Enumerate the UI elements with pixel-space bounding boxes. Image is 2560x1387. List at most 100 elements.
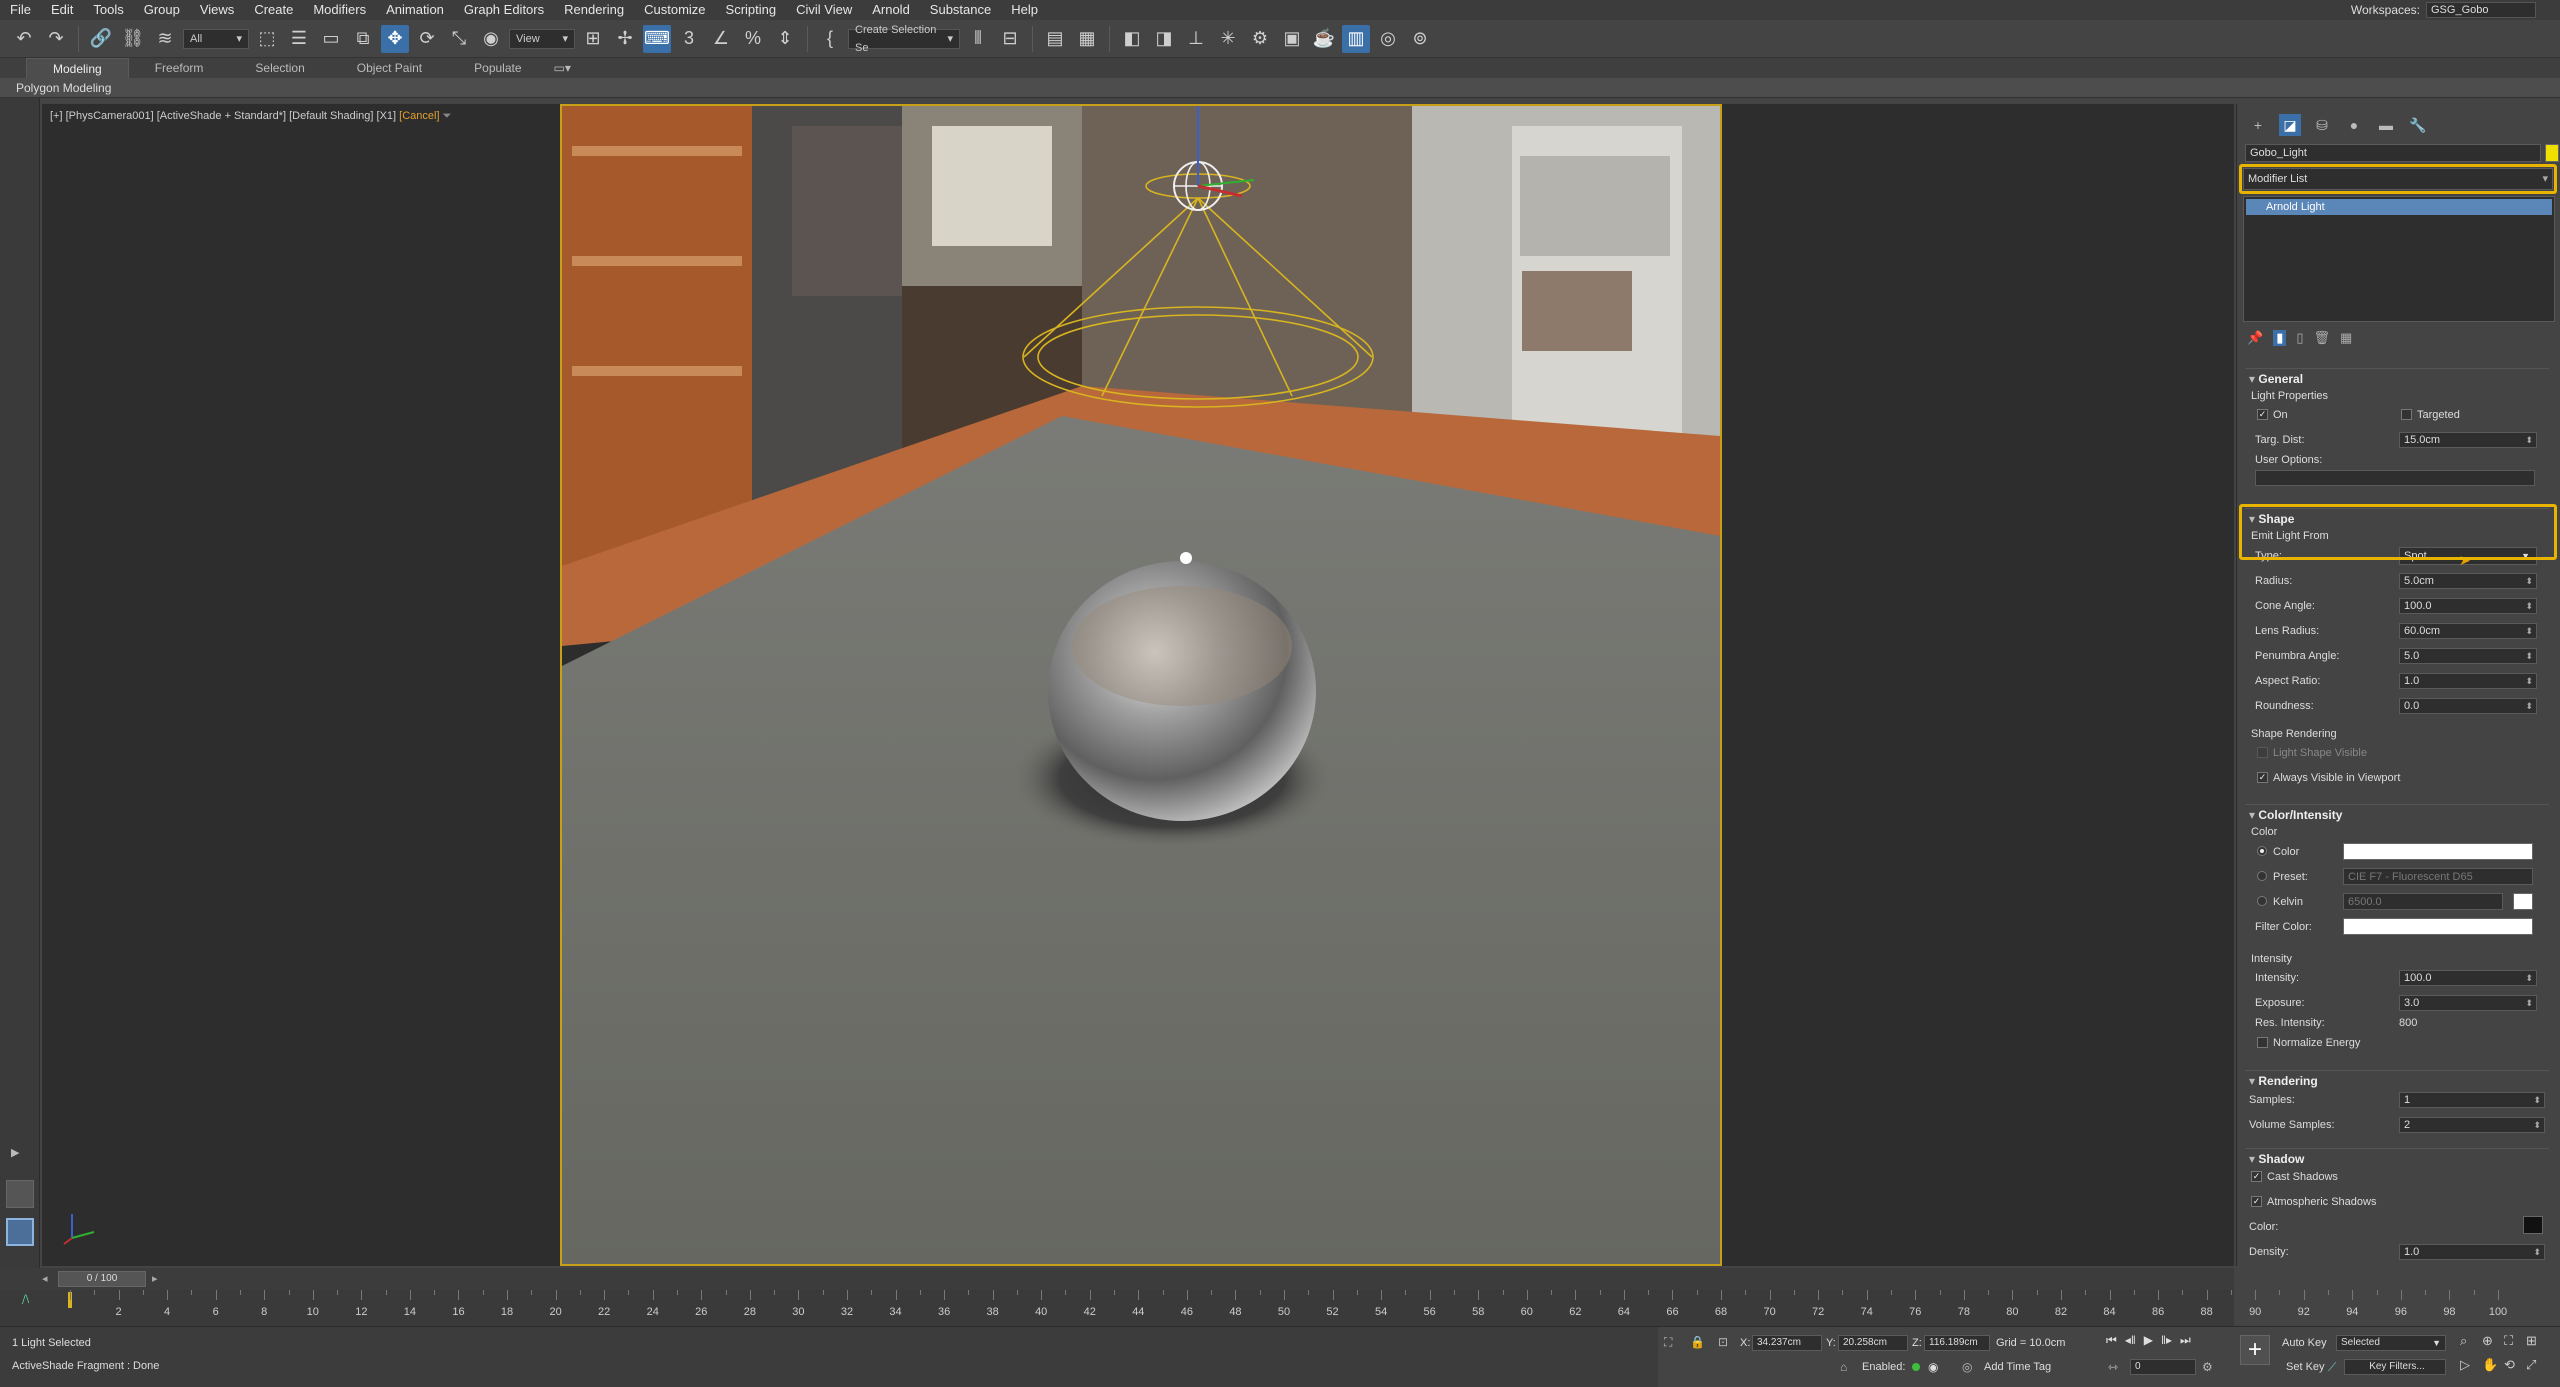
key-mode-icon[interactable]: ⇿ [2108, 1360, 2118, 1374]
atmospheric-shadows-checkbox[interactable]: ✓ [2251, 1196, 2262, 1207]
targeted-checkbox[interactable] [2401, 409, 2412, 420]
roundness-spinner[interactable]: 0.0 [2399, 698, 2537, 714]
track-bar[interactable]: ⧸⧵ 2 4 6 8 10 12 14 16 18 20 22 24 26 28 30 32 34 36 38 40 4… [0, 1290, 2507, 1326]
menu-civil-view[interactable]: Civil View [786, 0, 862, 20]
render-setup-icon[interactable]: ⚙ [1246, 25, 1274, 53]
preset-radio[interactable] [2257, 871, 2267, 881]
radius-spinner[interactable]: 5.0cm [2399, 573, 2537, 589]
modifier-stack[interactable]: Arnold Light [2243, 196, 2555, 322]
color-radio[interactable] [2257, 846, 2267, 856]
menu-arnold[interactable]: Arnold [862, 0, 920, 20]
tab-modeling[interactable]: Modeling [26, 58, 129, 78]
add-time-tag-icon[interactable]: ◎ [1962, 1360, 1972, 1374]
zoom-extents-icon[interactable]: ⛶ [2504, 1333, 2526, 1349]
next-frame-icon[interactable]: ‖▸ [2161, 1333, 2172, 1348]
light-color-swatch[interactable] [2343, 843, 2533, 860]
key-selection-dropdown[interactable]: Selected ▼ [2336, 1335, 2446, 1351]
cancel-render-link[interactable]: [Cancel] [399, 110, 439, 122]
lens-radius-spinner[interactable]: 60.0cm [2399, 623, 2537, 639]
filter-icon[interactable]: ⏷ [443, 110, 452, 122]
kelvin-spinner[interactable]: 6500.0 [2343, 893, 2503, 910]
menu-tools[interactable]: Tools [83, 0, 133, 20]
enabled-status-dot[interactable] [1912, 1363, 1920, 1371]
play-icon[interactable]: ▶ [2144, 1333, 2153, 1348]
zoom-extents-all-icon[interactable]: ⊞ [2526, 1333, 2548, 1349]
layout-tab-single[interactable] [6, 1180, 34, 1208]
menu-edit[interactable]: Edit [41, 0, 83, 20]
key-filter-icon[interactable]: ⟋ [2328, 1360, 2336, 1375]
on-checkbox[interactable]: ✓ [2257, 409, 2268, 420]
named-selection-dropdown[interactable]: Create Selection Se ▾ [848, 24, 960, 54]
make-unique-icon[interactable]: ▯ [2296, 330, 2303, 346]
select-object-icon[interactable]: ⬚ [253, 25, 281, 53]
unlink-icon[interactable]: ⛓ [119, 25, 147, 53]
menu-rendering[interactable]: Rendering [554, 0, 634, 20]
menu-substance[interactable]: Substance [920, 0, 1001, 20]
viewport-menu-label[interactable]: [+] [PhysCamera001] [ActiveShade + Stand… [50, 110, 396, 122]
set-key-button[interactable]: Set Key [2286, 1361, 2325, 1373]
samples-spinner[interactable]: 1 [2399, 1092, 2545, 1108]
time-tag-icon[interactable]: ⌂ [1840, 1360, 1847, 1374]
object-color-swatch[interactable] [2545, 144, 2559, 162]
move-icon[interactable]: ✥ [381, 24, 409, 53]
remove-modifier-icon[interactable]: 🗑 [2314, 330, 2331, 346]
modify-tab-icon[interactable]: ◪ [2279, 114, 2301, 136]
viewport-label[interactable]: [+] [PhysCamera001] [ActiveShade + Stand… [50, 110, 451, 123]
absolute-mode-icon[interactable]: ⊡ [1718, 1335, 1728, 1349]
graphite-toggle-icon[interactable]: ◧ [1118, 25, 1146, 53]
time-config-icon[interactable]: ⚙ [2202, 1360, 2213, 1374]
orbit-icon[interactable]: ⟲ [2504, 1357, 2526, 1373]
key-filters-button[interactable]: Key Filters... [2344, 1359, 2446, 1375]
display-tab-icon[interactable]: ▬ [2375, 114, 2397, 136]
volume-samples-spinner[interactable]: 2 [2399, 1117, 2545, 1133]
tab-object-paint[interactable]: Object Paint [331, 58, 448, 78]
x-coord-field[interactable]: 34.237cm [1752, 1335, 1822, 1351]
time-slider-thumb[interactable]: 0 / 100 [58, 1271, 146, 1287]
tab-freeform[interactable]: Freeform [129, 58, 230, 78]
y-coord-field[interactable]: 20.258cm [1838, 1335, 1908, 1351]
z-coord-field[interactable]: 116.189cm [1924, 1335, 1990, 1351]
menu-create[interactable]: Create [244, 0, 303, 20]
aspect-ratio-spinner[interactable]: 1.0 [2399, 673, 2537, 689]
stack-item-arnold-light[interactable]: Arnold Light [2246, 199, 2552, 215]
menu-views[interactable]: Views [190, 0, 244, 20]
tab-selection[interactable]: Selection [229, 58, 330, 78]
lock-selection-icon[interactable]: 🔒 [1690, 1335, 1705, 1349]
workspace-selector[interactable]: Workspaces: GSG_Gobo [2351, 0, 2536, 20]
keyboard-shortcut-override-icon[interactable]: ⌨ [643, 24, 671, 53]
undo-icon[interactable]: ↶ [10, 25, 38, 53]
hierarchy-tab-icon[interactable]: ⛁ [2311, 114, 2333, 136]
add-time-tag-label[interactable]: Add Time Tag [1984, 1361, 2051, 1373]
menu-animation[interactable]: Animation [376, 0, 454, 20]
activeshade-icon[interactable]: ▥ [1342, 24, 1370, 53]
set-key-big-icon[interactable]: + [2240, 1335, 2270, 1365]
cast-shadows-checkbox[interactable]: ✓ [2251, 1171, 2262, 1182]
select-by-name-icon[interactable]: ☰ [285, 25, 313, 53]
goto-start-icon[interactable]: ⏮ [2106, 1333, 2117, 1348]
ref-coord-dropdown[interactable]: View ▾ [509, 28, 575, 49]
rollout-color-intensity[interactable]: Color/Intensity [2245, 804, 2549, 822]
rendered-frame-window-icon[interactable]: ▣ [1278, 25, 1306, 53]
prev-frame-arrow-icon[interactable]: ◂ [42, 1272, 58, 1286]
schematic-view-icon[interactable]: ⊥ [1182, 25, 1210, 53]
expand-arrow-icon[interactable]: ▶ [11, 1146, 27, 1162]
preset-dropdown[interactable]: CIE F7 - Fluorescent D65 [2343, 868, 2533, 885]
activeshade-render[interactable] [560, 104, 1722, 1266]
light-shape-visible-checkbox[interactable] [2257, 747, 2268, 758]
current-frame-field[interactable]: 0 [2130, 1359, 2196, 1375]
layer-explorer-icon[interactable]: ▦ [1073, 25, 1101, 53]
material-editor-icon[interactable]: ✳ [1214, 25, 1242, 53]
scene-explorer-icon[interactable]: ▤ [1041, 25, 1069, 53]
kelvin-radio[interactable] [2257, 896, 2267, 906]
pin-stack-icon[interactable]: 📌 [2247, 330, 2263, 346]
spinner-snap-icon[interactable]: ⇕ [771, 25, 799, 53]
angle-snap-icon[interactable]: ∠ [707, 25, 735, 53]
snaps-toggle-icon[interactable]: 3 [675, 25, 703, 53]
pan-icon[interactable]: ✋ [2482, 1357, 2504, 1373]
zoom-all-icon[interactable]: ⊕ [2482, 1333, 2504, 1349]
prev-frame-icon[interactable]: ◂‖ [2125, 1333, 2136, 1348]
field-of-view-icon[interactable]: ▷ [2460, 1357, 2482, 1373]
pivot-icon[interactable]: ⊞ [579, 25, 607, 53]
layout-tab-active[interactable] [6, 1218, 34, 1246]
align-icon[interactable]: ⊟ [996, 25, 1024, 53]
